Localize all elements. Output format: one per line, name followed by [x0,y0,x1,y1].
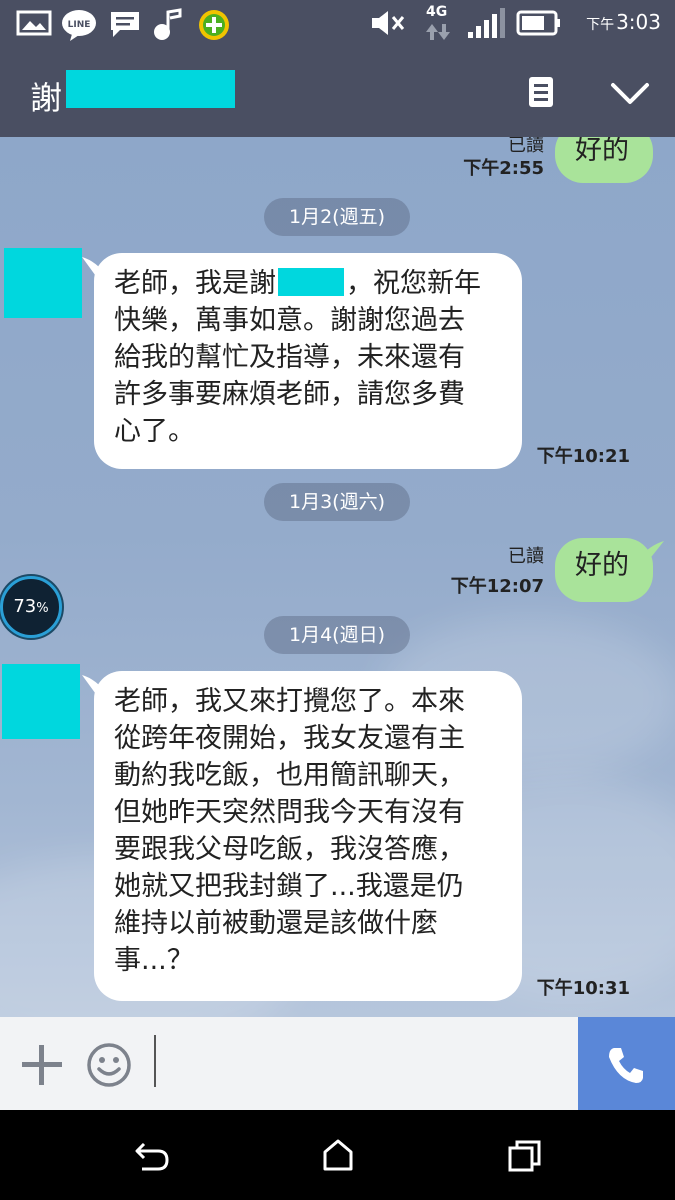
call-button[interactable] [578,1017,675,1110]
text-input[interactable] [154,1035,156,1087]
chat-area[interactable]: 已讀 下午2:55 好的 1月2(週五) 老師，我是謝 ，祝您新年 快樂，萬事如意… [0,137,675,1017]
incoming-bubble[interactable]: 老師，我又來打攪您了。本來 從跨年夜開始，我女友還有主 動約我吃飯，也用簡訊聊天… [94,671,522,1001]
avatar[interactable] [4,248,82,318]
message-line: 但她昨天突然問我今天有沒有 [114,797,465,828]
status-time: 下午 3:03 [586,10,661,34]
message-line: 從跨年夜開始，我女友還有主 [114,723,465,754]
date-divider: 1月2(週五) [264,198,410,236]
message-time: 下午10:31 [536,978,630,999]
message-line: 心了。 [114,416,195,447]
message-input-bar [0,1017,675,1110]
svg-text:LINE: LINE [68,20,91,30]
message-time: 下午12:07 [450,576,544,597]
avatar[interactable] [2,664,80,739]
redacted-name [66,70,235,108]
battery-icon [516,10,560,36]
image-icon [16,10,52,36]
date-divider: 1月4(週日) [264,616,410,654]
line-icon: LINE [62,10,96,41]
plus-badge-icon [199,10,229,40]
status-bar: LINE 4G 下午 3:03 [0,0,675,47]
message-line: 許多事要麻煩老師，請您多費 [114,379,465,410]
message-line: 要跟我父母吃飯，我沒答應， [114,834,465,865]
home-icon[interactable] [322,1138,354,1172]
recent-apps-icon[interactable] [508,1140,542,1172]
back-icon[interactable] [134,1140,170,1172]
message-text: 好的 [575,137,629,166]
chat-header: 謝 [0,47,675,137]
battery-overlay[interactable]: 73% [0,576,62,638]
emoji-icon[interactable] [85,1041,133,1089]
date-divider: 1月3(週六) [264,483,410,521]
system-nav-bar [0,1110,675,1200]
outgoing-bubble[interactable]: 好的 [555,137,653,183]
phone-icon [609,1048,643,1083]
music-icon [154,8,182,40]
chevron-down-icon[interactable] [610,81,650,107]
message-icon [111,12,139,37]
message-line: 老師，我是謝 ，祝您新年 [114,268,481,299]
contact-name[interactable]: 謝 [30,73,62,119]
message-line: 事...？ [114,945,194,976]
data-arrows-icon [426,24,450,40]
message-line: 給我的幫忙及指導，未來還有 [114,342,465,373]
signal-icon [468,8,505,38]
message-time: 下午2:55 [463,158,544,179]
message-time: 下午10:21 [536,446,630,467]
message-line: 動約我吃飯，也用簡訊聊天， [114,760,465,791]
mute-icon [372,11,405,35]
plus-icon[interactable] [20,1043,64,1087]
message-line: 她就又把我封鎖了...我還是仍 [114,871,464,902]
notes-icon[interactable] [527,75,555,109]
message-line: 維持以前被動還是該做什麼 [114,908,438,939]
message-text: 好的 [575,550,629,581]
network-type: 4G [426,4,448,20]
incoming-bubble[interactable]: 老師，我是謝 ，祝您新年 快樂，萬事如意。謝謝您過去 給我的幫忙及指導，未來還有 … [94,253,522,469]
message-line: 老師，我又來打攪您了。本來 [114,686,465,717]
redacted-text [278,268,344,296]
outgoing-bubble[interactable]: 好的 [555,538,653,602]
read-status: 已讀 [508,546,544,567]
message-line: 快樂，萬事如意。謝謝您過去 [114,305,465,336]
